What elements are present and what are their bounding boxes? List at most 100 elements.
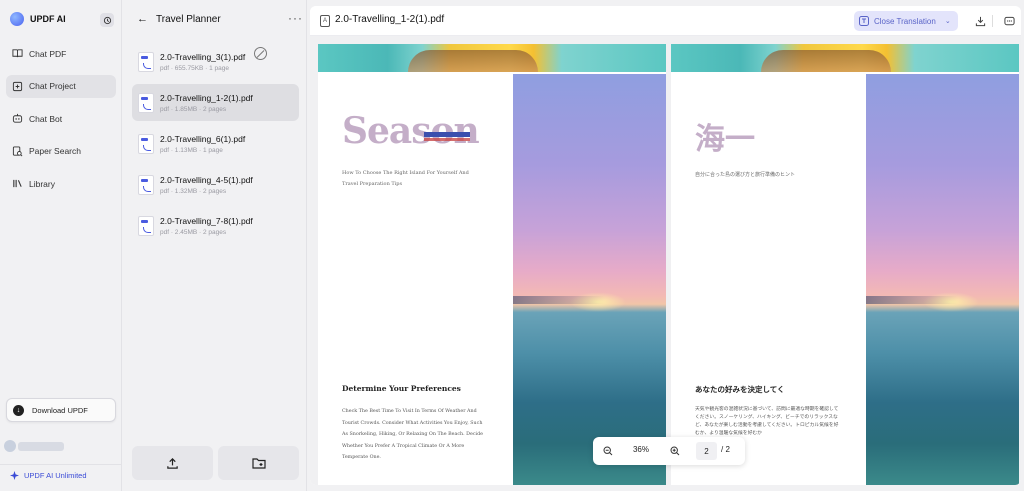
remove-file-icon[interactable] <box>254 47 267 60</box>
avatar-image <box>4 440 16 452</box>
close-translation-button[interactable]: Close Translation ⌄ <box>854 11 958 31</box>
file-item[interactable]: 2.0-Travelling_1-2(1).pdf pdf · 1.85MB ·… <box>132 84 299 121</box>
sparkle-icon <box>10 471 19 480</box>
avatar[interactable] <box>4 440 64 454</box>
avatar-username-blurred <box>18 442 64 451</box>
sidebar-item-label: Library <box>29 178 55 189</box>
sidebar-item-label: Chat Bot <box>29 113 63 124</box>
zoom-out-button[interactable] <box>602 445 614 457</box>
file-name: 2.0-Travelling_4-5(1).pdf <box>160 174 253 185</box>
project-header: ← Travel Planner ··· <box>137 11 303 25</box>
sidebar-nav: Chat PDF Chat Project Chat Bot Paper Sea… <box>6 42 116 205</box>
zoom-in-button[interactable] <box>669 445 681 457</box>
pdf-file-icon <box>138 51 154 72</box>
sidebar-divider <box>0 464 121 465</box>
zoom-level[interactable]: 36% <box>626 445 656 454</box>
pdf-file-icon <box>138 92 154 113</box>
file-name: 2.0-Travelling_1-2(1).pdf <box>160 92 253 103</box>
brand: UPDF AI <box>10 12 66 26</box>
plan-badge[interactable]: UPDF AI Unlimited <box>10 471 87 480</box>
page-title: 海一 <box>695 122 755 157</box>
page-title: Season <box>342 110 480 152</box>
add-folder-icon <box>251 457 266 469</box>
updf-logo-icon <box>10 12 24 26</box>
sidebar-item-label: Chat Project <box>29 81 76 92</box>
sidebar: UPDF AI Chat PDF Chat Project Chat Bot P… <box>0 0 122 491</box>
pdf-file-icon <box>138 215 154 236</box>
title-decoration <box>424 132 470 137</box>
pdf-file-icon <box>138 133 154 154</box>
close-translation-label: Close Translation <box>874 16 936 26</box>
file-meta: pdf · 2.45MB · 2 pages <box>160 228 227 236</box>
download-updf-button[interactable]: ↓ Download UPDF <box>6 398 116 422</box>
library-icon <box>13 180 22 188</box>
sidebar-item-library[interactable]: Library <box>6 172 116 195</box>
project-icon <box>12 81 23 91</box>
more-options-icon[interactable]: ··· <box>288 11 303 25</box>
beach-banner-image <box>318 44 666 72</box>
brand-name: UPDF AI <box>30 14 66 24</box>
bot-icon <box>12 114 23 123</box>
files-footer <box>132 446 299 480</box>
chevron-down-icon: ⌄ <box>944 18 951 25</box>
doc-title: 2.0-Travelling_1-2(1).pdf <box>335 14 445 25</box>
toolbar-divider <box>992 15 993 27</box>
file-name: 2.0-Travelling_3(1).pdf <box>160 51 246 62</box>
file-list: 2.0-Travelling_3(1).pdf pdf · 655.75KB ·… <box>132 43 299 248</box>
translate-icon <box>859 16 869 26</box>
sunset-sea-image <box>866 74 1019 485</box>
file-item[interactable]: 2.0-Travelling_7-8(1).pdf pdf · 2.45MB ·… <box>132 207 299 244</box>
zoom-page-control: 36% 2 / 2 <box>593 437 745 465</box>
sidebar-item-chat-bot[interactable]: Chat Bot <box>6 107 116 130</box>
title-decoration <box>424 138 470 141</box>
file-item[interactable]: 2.0-Travelling_3(1).pdf pdf · 655.75KB ·… <box>132 43 299 80</box>
pdf-viewer: A 2.0-Travelling_1-2(1).pdf Close Transl… <box>310 6 1021 485</box>
back-arrow-icon[interactable]: ← <box>137 13 148 25</box>
zoom-out-icon <box>603 446 613 456</box>
file-meta: pdf · 1.13MB · 1 page <box>160 146 223 154</box>
pdf-page-translated: 海一 自分に合った島の選び方と旅行準備のヒント あなたの好みを決定してく 天気や… <box>671 44 1019 485</box>
pdf-file-icon <box>138 174 154 195</box>
new-chat-button[interactable] <box>100 13 114 27</box>
download-label: Download UPDF <box>32 405 88 415</box>
section-body: Check The Best Time To Visit In Terms Of… <box>342 409 483 460</box>
file-name: 2.0-Travelling_6(1).pdf <box>160 133 246 144</box>
file-name: 2.0-Travelling_7-8(1).pdf <box>160 215 253 226</box>
page-total: / 2 <box>721 445 730 454</box>
sunset-sea-image <box>513 74 666 485</box>
upload-icon <box>167 457 178 469</box>
file-meta: pdf · 1.85MB · 2 pages <box>160 105 227 113</box>
sidebar-item-chat-project[interactable]: Chat Project <box>6 74 116 98</box>
upload-button[interactable] <box>132 446 213 480</box>
download-doc-icon <box>975 16 985 26</box>
book-icon <box>12 49 23 58</box>
viewer-toolbar: A 2.0-Travelling_1-2(1).pdf Close Transl… <box>310 6 1021 36</box>
file-meta: pdf · 655.75KB · 1 page <box>160 64 230 72</box>
beach-banner-image <box>671 44 1019 72</box>
sidebar-item-paper-search[interactable]: Paper Search <box>6 140 116 163</box>
zoom-in-icon <box>670 446 680 456</box>
chat-refresh-icon <box>103 16 111 24</box>
file-item[interactable]: 2.0-Travelling_4-5(1).pdf pdf · 1.32MB ·… <box>132 166 299 203</box>
sidebar-item-chat-pdf[interactable]: Chat PDF <box>6 42 116 65</box>
add-folder-button[interactable] <box>218 446 299 480</box>
page-number-input[interactable]: 2 <box>696 442 717 460</box>
ai-chat-button[interactable] <box>1003 14 1015 28</box>
file-item[interactable]: 2.0-Travelling_6(1).pdf pdf · 1.13MB · 1… <box>132 125 299 162</box>
pdf-doc-icon: A <box>320 15 330 27</box>
project-title: Travel Planner <box>156 13 221 25</box>
page-subtitle: How To Choose The Right Island For Yours… <box>342 170 469 187</box>
chat-bubble-icon <box>1003 16 1015 25</box>
file-meta: pdf · 1.32MB · 2 pages <box>160 187 227 195</box>
section-heading: Determine Your Preferences <box>342 384 461 393</box>
pdf-page-original: Season How To Choose The Right Island Fo… <box>318 44 666 485</box>
sidebar-item-label: Paper Search <box>29 146 81 157</box>
plan-label: UPDF AI Unlimited <box>24 471 87 480</box>
section-heading: あなたの好みを決定してく <box>695 385 785 394</box>
page-subtitle: 自分に合った島の選び方と旅行準備のヒント <box>695 172 796 178</box>
document-canvas[interactable]: Season How To Choose The Right Island Fo… <box>310 36 1021 485</box>
download-doc-button[interactable] <box>974 14 986 28</box>
paper-search-icon <box>12 146 23 157</box>
project-files-panel: ← Travel Planner ··· 2.0-Travelling_3(1)… <box>123 0 307 491</box>
download-icon: ↓ <box>13 404 24 416</box>
